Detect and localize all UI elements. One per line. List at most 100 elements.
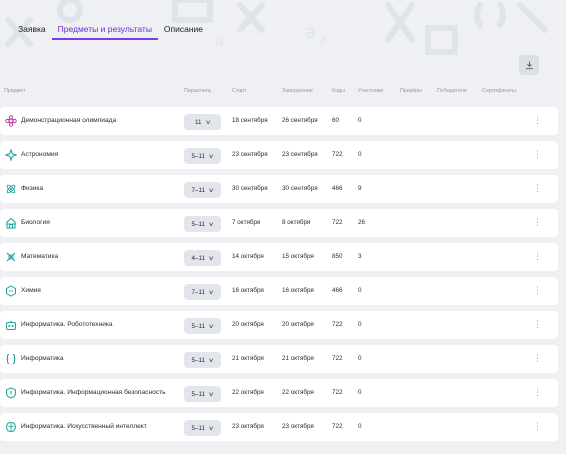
- more-options-icon[interactable]: ⋮: [533, 386, 542, 400]
- tab-application[interactable]: Заявка: [12, 14, 52, 40]
- participants-count: 26: [358, 219, 366, 226]
- end-date: 30 сентября: [282, 185, 318, 192]
- grade-value: 5–11: [191, 356, 206, 364]
- participants-count: 0: [358, 287, 362, 294]
- end-date: 26 сентября: [282, 117, 318, 124]
- table-row[interactable]: Астрономия 5–11 ∨ 23 сентября 23 сентябр…: [0, 141, 558, 169]
- tab-subjects-results[interactable]: Предметы и результаты: [51, 14, 158, 40]
- start-date: 7 октября: [232, 219, 261, 226]
- column-header-certificates: Сертификаты: [482, 88, 516, 94]
- tab-bar: Заявка Предметы и результаты Описание: [12, 14, 209, 42]
- more-options-icon[interactable]: ⋮: [533, 114, 542, 128]
- subject-name: Астрономия: [21, 151, 59, 158]
- chevron-down-icon: ∨: [208, 425, 215, 432]
- grade-value: 5–11: [191, 220, 206, 228]
- grade-select[interactable]: 5–11 ∨: [184, 420, 221, 436]
- flower-icon: [5, 115, 17, 127]
- shield-icon: [6, 387, 16, 399]
- participants-count: 0: [358, 321, 362, 328]
- download-button[interactable]: [519, 55, 539, 75]
- svg-text:a: a: [215, 34, 224, 50]
- participants-count: 9: [358, 185, 362, 192]
- table-row[interactable]: Математика 4–11 ∨ 14 октября 15 октября …: [0, 243, 558, 271]
- subject-name: Информатика. Искусственный интеллект: [21, 423, 147, 430]
- more-options-icon[interactable]: ⋮: [533, 284, 542, 298]
- table-row[interactable]: Физика 7–11 ∨ 30 сентября 30 сентября 46…: [0, 175, 558, 203]
- robot-icon: [6, 320, 16, 330]
- grade-value: 5–11: [191, 322, 206, 330]
- hexagon-icon: [6, 285, 16, 297]
- table-row[interactable]: Информатика. Информационная безопасность…: [0, 379, 558, 407]
- codes-count: 722: [332, 389, 343, 396]
- table-row[interactable]: Информатика. Искусственный интеллект 5–1…: [0, 413, 558, 441]
- more-options-icon[interactable]: ⋮: [533, 148, 542, 162]
- more-options-icon[interactable]: ⋮: [533, 318, 542, 332]
- table-row[interactable]: Информатика. Робототехника 5–11 ∨ 20 окт…: [0, 311, 558, 339]
- column-header-victors: Победители: [437, 88, 467, 94]
- grade-select[interactable]: 5–11 ∨: [184, 318, 221, 334]
- more-options-icon[interactable]: ⋮: [533, 250, 542, 264]
- start-date: 30 сентября: [232, 185, 268, 192]
- subject-name: Математика: [21, 253, 59, 260]
- table-row[interactable]: Биология 5–11 ∨ 7 октября 8 октября 722 …: [0, 209, 558, 237]
- chevron-down-icon: ∨: [208, 187, 215, 194]
- start-date: 20 октября: [232, 321, 264, 328]
- column-header-winners: Призёры: [400, 88, 422, 94]
- grade-select[interactable]: 5–11 ∨: [184, 386, 221, 402]
- grade-select[interactable]: 5–11 ∨: [184, 148, 221, 164]
- codes-count: 722: [332, 151, 343, 158]
- chevron-down-icon: ∨: [208, 357, 215, 364]
- column-header-end: Завершение: [282, 88, 313, 94]
- table-header: Предмет Параллель Старт Завершение Коды …: [0, 86, 566, 98]
- math-icon: [6, 252, 16, 262]
- svg-text:z: z: [320, 33, 326, 47]
- grade-select[interactable]: 11 ∨: [184, 114, 221, 130]
- tab-description[interactable]: Описание: [158, 14, 209, 40]
- grade-select[interactable]: 7–11 ∨: [184, 284, 221, 300]
- participants-count: 0: [358, 117, 362, 124]
- more-options-icon[interactable]: ⋮: [533, 216, 542, 230]
- start-date: 21 октября: [232, 355, 264, 362]
- column-header-participants: Участники: [358, 88, 384, 94]
- codes-count: 466: [332, 287, 343, 294]
- subject-name: Информатика. Информационная безопасность: [21, 389, 166, 396]
- start-date: 16 октября: [232, 287, 264, 294]
- participants-count: 0: [358, 389, 362, 396]
- chevron-down-icon: ∨: [204, 119, 211, 126]
- start-date: 18 сентября: [232, 117, 268, 124]
- end-date: 16 октября: [282, 287, 314, 294]
- grade-value: 4–11: [191, 254, 206, 262]
- subject-name: Информатика: [21, 355, 64, 362]
- column-header-grade: Параллель: [184, 88, 212, 94]
- codes-count: 466: [332, 185, 343, 192]
- chevron-down-icon: ∨: [208, 255, 215, 262]
- grade-select[interactable]: 7–11 ∨: [184, 182, 221, 198]
- codes-count: 722: [332, 219, 343, 226]
- end-date: 21 октября: [282, 355, 314, 362]
- svg-text:a: a: [305, 22, 316, 43]
- chevron-down-icon: ∨: [208, 289, 215, 296]
- column-header-codes: Коды: [332, 88, 345, 94]
- table-row[interactable]: Химия 7–11 ∨ 16 октября 16 октября 466 0…: [0, 277, 558, 305]
- grade-value: 7–11: [191, 186, 206, 194]
- subject-name: Информатика. Робототехника: [21, 321, 113, 328]
- download-icon: [525, 60, 533, 69]
- start-date: 14 октября: [232, 253, 264, 260]
- codes-count: 722: [332, 321, 343, 328]
- subject-name: Химия: [21, 287, 41, 294]
- end-date: 23 октября: [282, 423, 314, 430]
- subject-name: Биология: [21, 219, 50, 226]
- more-options-icon[interactable]: ⋮: [533, 420, 542, 434]
- grade-select[interactable]: 5–11 ∨: [184, 216, 221, 232]
- table-row[interactable]: Демонстрационная олимпиада 11 ∨ 18 сентя…: [0, 107, 558, 135]
- participants-count: 3: [358, 253, 362, 260]
- table-row[interactable]: Информатика 5–11 ∨ 21 октября 21 октября…: [0, 345, 558, 373]
- braces-icon: [6, 354, 16, 364]
- codes-count: 722: [332, 355, 343, 362]
- grade-select[interactable]: 5–11 ∨: [184, 352, 221, 368]
- more-options-icon[interactable]: ⋮: [533, 352, 542, 366]
- star-icon: [5, 149, 17, 161]
- participants-count: 0: [358, 423, 362, 430]
- more-options-icon[interactable]: ⋮: [533, 182, 542, 196]
- grade-select[interactable]: 4–11 ∨: [184, 250, 221, 266]
